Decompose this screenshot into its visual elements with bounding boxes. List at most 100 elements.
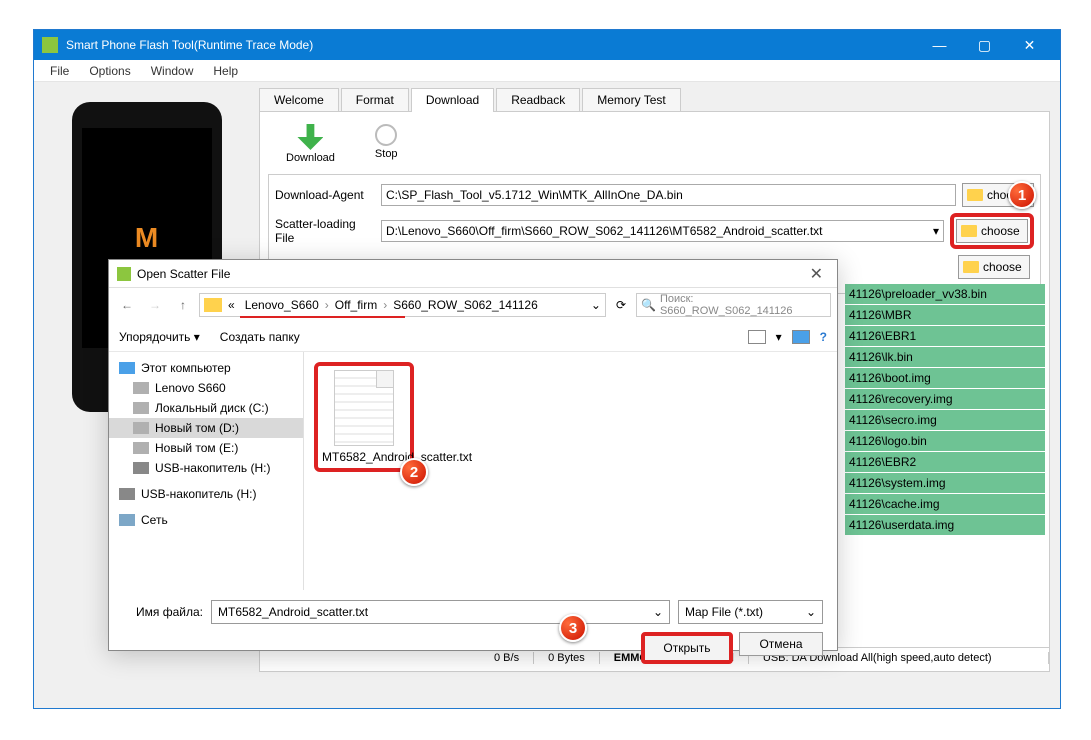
organize-menu[interactable]: Упорядочить ▾ [119, 330, 200, 344]
tab-bar: Welcome Format Download Readback Memory … [259, 88, 1050, 112]
menu-options[interactable]: Options [79, 62, 140, 80]
minimize-button[interactable]: — [917, 30, 962, 60]
cancel-button[interactable]: Отмена [739, 632, 823, 656]
open-file-dialog: Open Scatter File ✕ ← → ↑ « Lenovo_S660 … [108, 259, 838, 651]
files-pane[interactable]: MT6582_Android_scatter.txt 2 [304, 352, 837, 590]
auth-choose-button[interactable]: choose [958, 255, 1030, 279]
breadcrumb[interactable]: « Lenovo_S660 › Off_firm › S660_ROW_S062… [199, 293, 606, 317]
dialog-toolbar: Упорядочить ▾ Создать папку ▾ ? [109, 322, 837, 352]
menu-window[interactable]: Window [141, 62, 204, 80]
breadcrumb-seg-1[interactable]: Lenovo_S660 [241, 298, 323, 312]
filename-label: Имя файла: [123, 605, 203, 619]
table-row[interactable]: 41126\system.img [845, 473, 1045, 494]
refresh-button[interactable]: ⟳ [610, 298, 632, 312]
app-icon [42, 37, 58, 53]
menu-help[interactable]: Help [203, 62, 248, 80]
tree-e-drive[interactable]: Новый том (E:) [109, 438, 303, 458]
new-folder-button[interactable]: Создать папку [220, 330, 300, 344]
table-row[interactable]: 41126\boot.img [845, 368, 1045, 389]
network-icon [119, 514, 135, 526]
view-options-button[interactable] [748, 330, 766, 344]
tree-lenovo[interactable]: Lenovo S660 [109, 378, 303, 398]
tree-c-drive[interactable]: Локальный диск (C:) [109, 398, 303, 418]
tree-usb-1[interactable]: USB-накопитель (H:) [109, 458, 303, 478]
stop-icon [375, 124, 397, 146]
usb-icon [133, 462, 149, 474]
breadcrumb-seg-2[interactable]: Off_firm [331, 298, 381, 312]
filetype-select[interactable]: Map File (*.txt)⌄ [678, 600, 823, 624]
chevron-down-icon[interactable]: ▾ [776, 330, 782, 344]
badge-2: 2 [400, 458, 428, 486]
table-row[interactable]: 41126\lk.bin [845, 347, 1045, 368]
file-item-scatter[interactable]: MT6582_Android_scatter.txt [314, 362, 414, 472]
breadcrumb-seg-3[interactable]: S660_ROW_S062_141126 [389, 298, 542, 312]
badge-3: 3 [559, 614, 587, 642]
text-file-icon [334, 370, 394, 446]
drive-icon [133, 382, 149, 394]
tab-download[interactable]: Download [411, 88, 494, 111]
folder-icon [204, 298, 222, 312]
search-icon: 🔍 [641, 298, 656, 312]
table-row[interactable]: 41126\MBR [845, 305, 1045, 326]
table-row[interactable]: 41126\EBR1 [845, 326, 1045, 347]
open-button[interactable]: Открыть [641, 632, 733, 664]
nav-back-button[interactable]: ← [115, 293, 139, 317]
filename-input[interactable]: MT6582_Android_scatter.txt⌄ [211, 600, 670, 624]
preview-pane-button[interactable] [792, 330, 810, 344]
tab-welcome[interactable]: Welcome [259, 88, 339, 111]
scatter-choose-button[interactable]: choose [956, 219, 1028, 243]
search-input[interactable]: 🔍 Поиск: S660_ROW_S062_141126 [636, 293, 831, 317]
maximize-button[interactable]: ▢ [962, 30, 1007, 60]
file-name: MT6582_Android_scatter.txt [322, 450, 406, 464]
help-button[interactable]: ? [820, 330, 827, 344]
menubar: File Options Window Help [34, 60, 1060, 82]
download-button[interactable]: Download [286, 124, 335, 164]
table-row[interactable]: 41126\cache.img [845, 494, 1045, 515]
table-row[interactable]: 41126\logo.bin [845, 431, 1045, 452]
download-icon [297, 124, 323, 150]
partition-list: 41126\preloader_vv38.bin41126\MBR41126\E… [845, 284, 1045, 536]
menu-file[interactable]: File [40, 62, 79, 80]
badge-1: 1 [1008, 181, 1036, 209]
dialog-navbar: ← → ↑ « Lenovo_S660 › Off_firm › S660_RO… [109, 288, 837, 322]
highlight-underline [240, 316, 405, 318]
tree-d-drive[interactable]: Новый том (D:) [109, 418, 303, 438]
dialog-close-button[interactable]: ✕ [804, 264, 829, 284]
nav-forward-button[interactable]: → [143, 293, 167, 317]
usb-icon [119, 488, 135, 500]
dialog-title: Open Scatter File [137, 267, 230, 281]
nav-up-button[interactable]: ↑ [171, 293, 195, 317]
tree-usb-2[interactable]: USB-накопитель (H:) [109, 484, 303, 504]
dialog-titlebar: Open Scatter File ✕ [109, 260, 837, 288]
close-button[interactable]: ✕ [1007, 30, 1052, 60]
table-row[interactable]: 41126\EBR2 [845, 452, 1045, 473]
scatter-label: Scatter-loading File [275, 217, 375, 245]
titlebar: Smart Phone Flash Tool(Runtime Trace Mod… [34, 30, 1060, 60]
stop-button[interactable]: Stop [375, 124, 398, 164]
da-input[interactable]: C:\SP_Flash_Tool_v5.1712_Win\MTK_AllInOn… [381, 184, 956, 206]
table-row[interactable]: 41126\userdata.img [845, 515, 1045, 536]
tree-network[interactable]: Сеть [109, 510, 303, 530]
drive-icon [133, 402, 149, 414]
table-row[interactable]: 41126\preloader_vv38.bin [845, 284, 1045, 305]
dialog-icon [117, 267, 131, 281]
table-row[interactable]: 41126\recovery.img [845, 389, 1045, 410]
drive-icon [133, 422, 149, 434]
pc-icon [119, 362, 135, 374]
chevron-down-icon[interactable]: ⌄ [591, 298, 601, 312]
scatter-input[interactable]: D:\Lenovo_S660\Off_firm\S660_ROW_S062_14… [381, 220, 944, 242]
dialog-footer: Имя файла: MT6582_Android_scatter.txt⌄ M… [109, 590, 837, 674]
folder-tree: Этот компьютер Lenovo S660 Локальный дис… [109, 352, 304, 590]
da-label: Download-Agent [275, 188, 375, 202]
folder-icon [963, 261, 979, 273]
folder-icon [961, 225, 977, 237]
table-row[interactable]: 41126\secro.img [845, 410, 1045, 431]
folder-icon [967, 189, 983, 201]
tab-readback[interactable]: Readback [496, 88, 580, 111]
tree-this-pc[interactable]: Этот компьютер [109, 358, 303, 378]
drive-icon [133, 442, 149, 454]
tab-memory-test[interactable]: Memory Test [582, 88, 680, 111]
highlight-1: choose [950, 213, 1034, 249]
window-title: Smart Phone Flash Tool(Runtime Trace Mod… [66, 38, 313, 52]
tab-format[interactable]: Format [341, 88, 409, 111]
